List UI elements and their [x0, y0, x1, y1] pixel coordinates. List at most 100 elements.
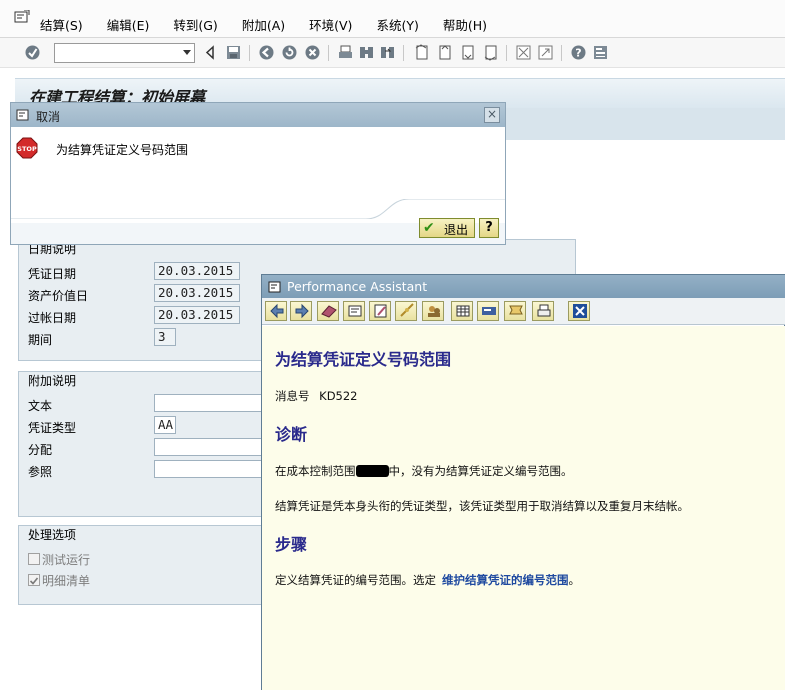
pa-print-button[interactable] — [532, 301, 554, 321]
maintain-number-range-link[interactable]: 维护结算凭证的编号范围 — [442, 573, 569, 587]
section-title: 处理选项 — [28, 528, 77, 542]
close-icon[interactable]: × — [484, 107, 500, 123]
exit-icon[interactable] — [281, 44, 298, 61]
menu-settlement[interactable]: 结算(S) — [40, 15, 83, 34]
help-icon[interactable]: ? — [570, 44, 587, 61]
diagnosis-line-2: 结算凭证是凭本身头衔的凭证类型，该凭证类型用于取消结算以及重复月末结帐。 — [275, 499, 689, 513]
document-type-input[interactable]: AA — [154, 416, 176, 434]
pa-header: Performance Assistant — [262, 275, 785, 298]
menu-edit[interactable]: 编辑(E) — [107, 15, 150, 34]
right-arrow-icon — [295, 303, 309, 319]
dialog-title: 取消 — [36, 110, 61, 124]
field-label: 期间 — [28, 333, 53, 347]
exit-label: 退出 — [444, 223, 469, 237]
assignment-input[interactable] — [154, 438, 269, 456]
pa-settings-button[interactable] — [504, 301, 526, 321]
pa-link-button[interactable] — [395, 301, 417, 321]
settings-icon — [509, 305, 523, 315]
menu-environment[interactable]: 环境(V) — [309, 15, 352, 34]
detail-list-checkbox[interactable]: 明细清单 — [28, 571, 148, 589]
test-run-checkbox[interactable]: 测试运行 — [28, 550, 148, 568]
asset-value-date-field[interactable]: 20.03.2015 — [154, 284, 240, 302]
link-icon — [400, 303, 414, 317]
back-arrow-icon[interactable] — [202, 44, 219, 61]
next-page-icon[interactable] — [459, 44, 476, 61]
additional-section: 附加说明 文本 凭证类型 AA 分配 参照 — [18, 371, 269, 517]
save-icon[interactable] — [225, 44, 242, 61]
posting-date-field[interactable]: 20.03.2015 — [154, 306, 240, 324]
exit-button[interactable]: ✔ 退出 — [419, 218, 475, 238]
reference-input[interactable] — [154, 460, 269, 478]
create-session-icon[interactable] — [515, 44, 532, 61]
find-icon[interactable] — [358, 44, 375, 61]
checkbox-label: 明细清单 — [42, 574, 91, 588]
field-assignment: 分配 — [28, 438, 269, 458]
technical-info-icon — [348, 305, 362, 317]
cancel-icon[interactable] — [304, 44, 321, 61]
checkmark-icon: ✔ — [423, 220, 435, 236]
document-date-field[interactable]: 20.03.2015 — [154, 262, 240, 280]
field-label: 分配 — [28, 443, 53, 457]
steps-text: 定义结算凭证的编号范围。选定 — [275, 573, 436, 587]
steps-line: 定义结算凭证的编号范围。选定 维护结算凭证的编号范围。 — [275, 572, 580, 588]
cancel-dialog: 取消 × STOP 为结算凭证定义号码范围 ✔ 退出 ? — [10, 102, 506, 245]
menu-goto[interactable]: 转到(G) — [173, 15, 217, 34]
toolbar-separator — [328, 45, 329, 61]
checkmark-icon — [29, 577, 39, 585]
period-field[interactable]: 3 — [154, 328, 176, 346]
pa-tech-info-button[interactable] — [343, 301, 365, 321]
window-icon — [268, 281, 281, 293]
diagnosis-line-1: 在成本控制范围 中，没有为结算凭证定义编号范围。 — [275, 463, 573, 479]
diagnosis-text: 在成本控制范围 — [275, 464, 356, 478]
first-page-icon[interactable] — [413, 44, 430, 61]
left-arrow-icon — [270, 303, 284, 319]
pa-book-button[interactable] — [317, 301, 339, 321]
print-icon — [537, 304, 551, 317]
redacted-block — [355, 465, 389, 477]
shortcut-icon[interactable] — [537, 44, 554, 61]
pa-forward-button[interactable] — [290, 301, 312, 321]
dialog-header: 取消 × — [11, 103, 505, 127]
dialog-footer: ✔ 退出 ? — [11, 215, 505, 244]
menu-extras[interactable]: 附加(A) — [242, 15, 285, 34]
dropdown-arrow-icon[interactable] — [183, 50, 191, 55]
menu-window-icon[interactable] — [14, 10, 30, 24]
svg-text:STOP: STOP — [17, 145, 37, 153]
command-field[interactable] — [54, 43, 195, 63]
dialog-message: 为结算凭证定义号码范围 — [56, 143, 189, 157]
last-page-icon[interactable] — [482, 44, 499, 61]
svg-text:?: ? — [575, 47, 581, 60]
processing-options-section: 处理选项 测试运行 明细清单 — [18, 525, 268, 605]
pa-back-button[interactable] — [265, 301, 287, 321]
menu-system[interactable]: 系统(Y) — [376, 15, 418, 34]
steps-heading: 步骤 — [275, 535, 308, 554]
checkbox-label: 测试运行 — [42, 553, 91, 567]
field-document-type: 凭证类型 AA — [28, 416, 268, 436]
toolbar-separator — [506, 45, 507, 61]
section-title: 附加说明 — [28, 374, 77, 388]
edit-icon — [374, 304, 387, 318]
performance-assistant-window: Performance Assistant 为结算凭证定义号码范围 消息号 KD… — [261, 274, 785, 690]
field-text: 文本 — [28, 394, 269, 414]
menu-help[interactable]: 帮助(H) — [443, 15, 487, 34]
field-label: 文本 — [28, 399, 53, 413]
checkbox-box — [28, 553, 40, 565]
pa-edit-button[interactable] — [369, 301, 391, 321]
back-icon[interactable] — [258, 44, 275, 61]
pa-close-button[interactable] — [568, 301, 590, 321]
layout-icon — [482, 307, 496, 315]
field-label: 参照 — [28, 465, 53, 479]
pa-layout-button[interactable] — [477, 301, 499, 321]
pa-table-button[interactable] — [451, 301, 473, 321]
pa-people-button[interactable] — [422, 301, 444, 321]
previous-page-icon[interactable] — [436, 44, 453, 61]
enter-icon[interactable] — [24, 44, 41, 61]
help-button[interactable]: ? — [479, 218, 499, 238]
print-icon[interactable] — [337, 44, 354, 61]
toolbar-separator — [403, 45, 404, 61]
find-next-icon[interactable] — [379, 44, 396, 61]
layout-menu-icon[interactable] — [592, 44, 609, 61]
message-number-label: 消息号 — [275, 389, 310, 403]
text-input[interactable] — [154, 394, 269, 412]
window-icon — [16, 109, 29, 121]
